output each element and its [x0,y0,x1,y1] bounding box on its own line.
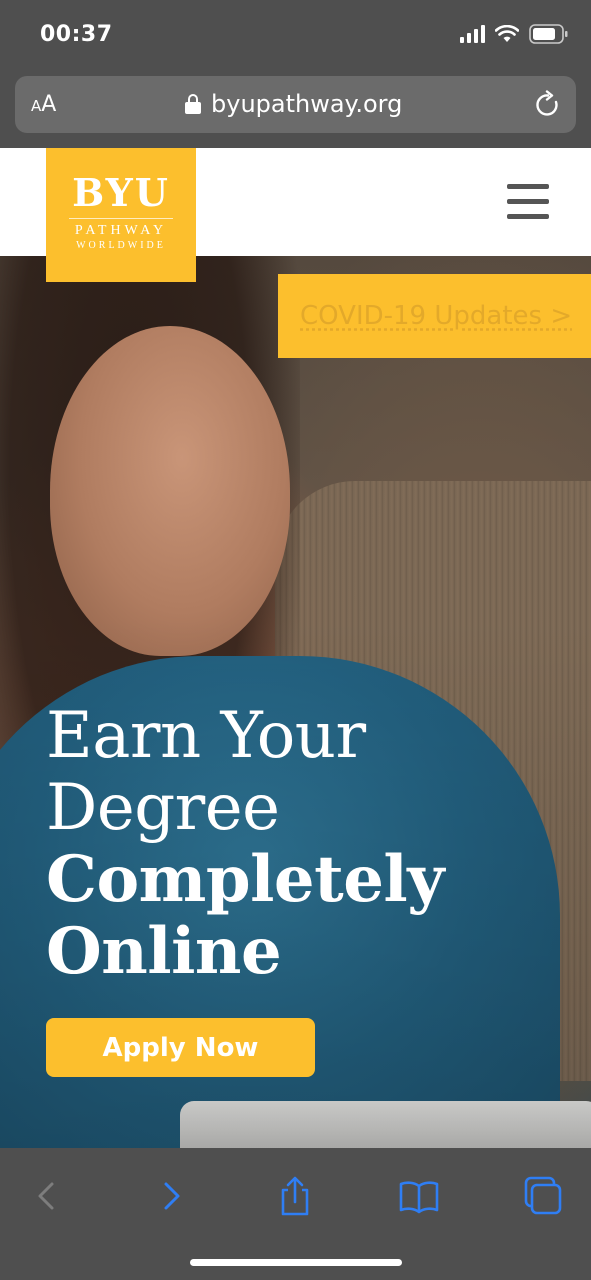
logo-worldwide-text: WORLDWIDE [76,240,166,251]
home-indicator[interactable] [190,1259,402,1266]
byu-pathway-logo[interactable]: BYU PATHWAY WORLDWIDE [46,148,196,282]
status-time: 00:37 [40,22,113,47]
back-icon[interactable] [24,1172,72,1220]
logo-pathway-text: PATHWAY [74,223,168,238]
text-size-button[interactable]: AA [31,92,56,117]
lock-icon [185,94,201,114]
headline-line-3: Completely [46,842,444,917]
apply-now-button[interactable]: Apply Now [46,1018,315,1077]
forward-icon[interactable] [146,1172,194,1220]
logo-divider [69,218,173,219]
covid-updates-banner[interactable]: COVID-19 Updates > [278,274,591,358]
status-icons [460,24,569,44]
tabs-icon[interactable] [519,1172,567,1220]
headline-line-4: Online [46,914,282,989]
hamburger-menu-icon[interactable] [507,184,549,220]
cellular-signal-icon [460,25,485,43]
headline-line-2: Degree [46,771,280,845]
hero-headline: Earn Your Degree Completely Online [46,700,444,988]
status-bar: 00:37 [0,0,591,72]
share-icon[interactable] [271,1172,319,1220]
battery-icon [529,24,568,44]
headline-line-1: Earn Your [46,699,366,773]
url-display[interactable]: byupathway.org [185,90,402,118]
address-bar[interactable]: AA byupathway.org [15,76,576,133]
bookmarks-icon[interactable] [395,1172,443,1220]
wifi-icon [495,25,519,42]
reload-icon[interactable] [534,90,562,120]
logo-byu-text: BYU [72,170,170,215]
covid-updates-link[interactable]: COVID-19 Updates > [300,301,572,331]
url-text: byupathway.org [211,90,403,118]
browser-chrome: AA byupathway.org [0,72,591,148]
